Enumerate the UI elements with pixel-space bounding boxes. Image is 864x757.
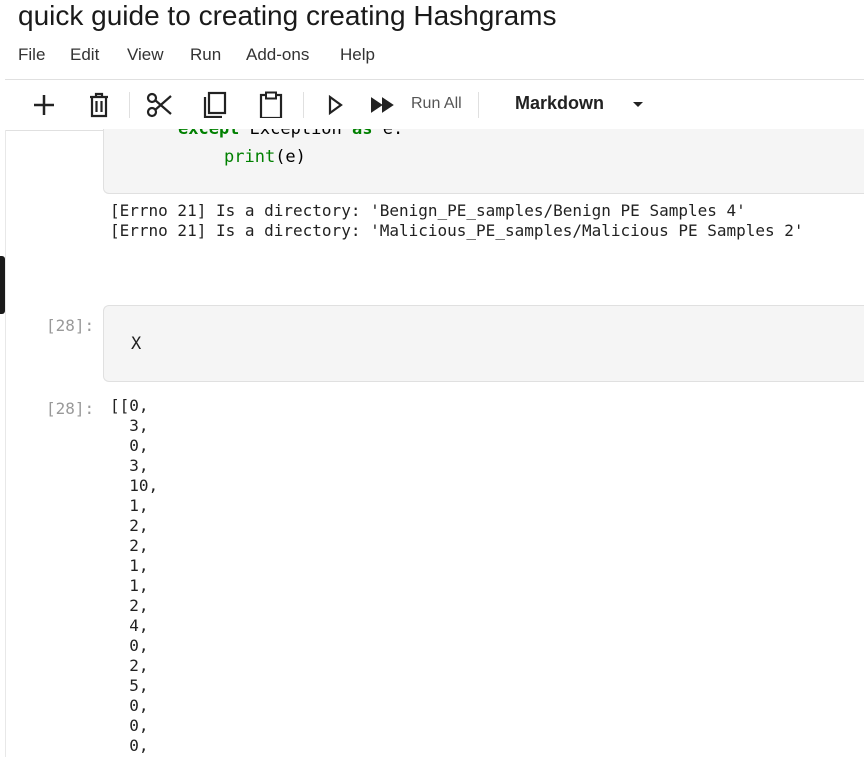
output-line: 2, <box>110 596 149 615</box>
output-line: 1, <box>110 496 149 515</box>
output-line: 3, <box>110 416 149 435</box>
output-line: 3, <box>110 456 149 475</box>
menu-add-ons[interactable]: Add-ons <box>246 42 309 68</box>
trash-icon[interactable] <box>83 88 115 122</box>
output-line: 0, <box>110 636 149 655</box>
builtin-function: print <box>224 147 276 167</box>
toolbar-separator <box>129 92 130 120</box>
run-all-icon[interactable] <box>367 88 399 122</box>
code-cell-editor[interactable]: except Exception as e: print(e) <box>103 118 864 194</box>
code-text: (e) <box>275 147 306 167</box>
code-line: X <box>131 334 142 354</box>
output-line: 0, <box>110 736 149 755</box>
scissors-icon[interactable] <box>144 88 176 122</box>
code-line: print(e) <box>224 147 306 167</box>
menu-edit[interactable]: Edit <box>70 42 99 68</box>
copy-icon[interactable] <box>199 88 231 122</box>
active-cell-indicator <box>0 256 5 314</box>
chevron-down-icon[interactable] <box>633 102 643 107</box>
menu-run[interactable]: Run <box>190 42 221 68</box>
output-line: 1, <box>110 576 149 595</box>
plus-icon[interactable] <box>28 88 60 122</box>
output-line: 0, <box>110 436 149 455</box>
menu-help[interactable]: Help <box>340 42 375 68</box>
code-cell-editor[interactable]: X <box>103 305 864 382</box>
output-line: [[0, <box>110 396 149 415</box>
cell-type-dropdown[interactable]: Markdown <box>515 93 604 114</box>
menu-bar: File Edit View Run Add-ons Help <box>0 42 864 68</box>
menu-view[interactable]: View <box>127 42 164 68</box>
input-prompt: [28]: <box>46 316 95 335</box>
output-line: 0, <box>110 696 149 715</box>
output-line: 2, <box>110 516 149 535</box>
cell-output: [[0, 3, 0, 3, 10, 1, 2, 2, 1, 1, 2, 4, 0… <box>110 396 158 756</box>
scroll-mask <box>103 118 864 129</box>
output-line: 4, <box>110 616 149 635</box>
paste-icon[interactable] <box>255 88 287 122</box>
toolbar-separator <box>303 92 304 120</box>
toolbar-separator <box>478 92 479 120</box>
output-line: 0, <box>110 716 149 735</box>
run-all-label[interactable]: Run All <box>411 95 462 113</box>
output-line: 10, <box>110 476 159 495</box>
output-line: 2, <box>110 656 149 675</box>
output-line: 1, <box>110 556 149 575</box>
cell-output-line: [Errno 21] Is a directory: 'Malicious_PE… <box>110 221 804 240</box>
output-line: 5, <box>110 676 149 695</box>
menu-file[interactable]: File <box>18 42 45 68</box>
divider <box>5 130 6 757</box>
notebook-title[interactable]: quick guide to creating creating Hashgra… <box>18 0 557 32</box>
output-line: 2, <box>110 536 149 555</box>
run-icon[interactable] <box>319 88 351 122</box>
cell-output-line: [Errno 21] Is a directory: 'Benign_PE_sa… <box>110 201 746 220</box>
output-prompt: [28]: <box>46 399 95 418</box>
